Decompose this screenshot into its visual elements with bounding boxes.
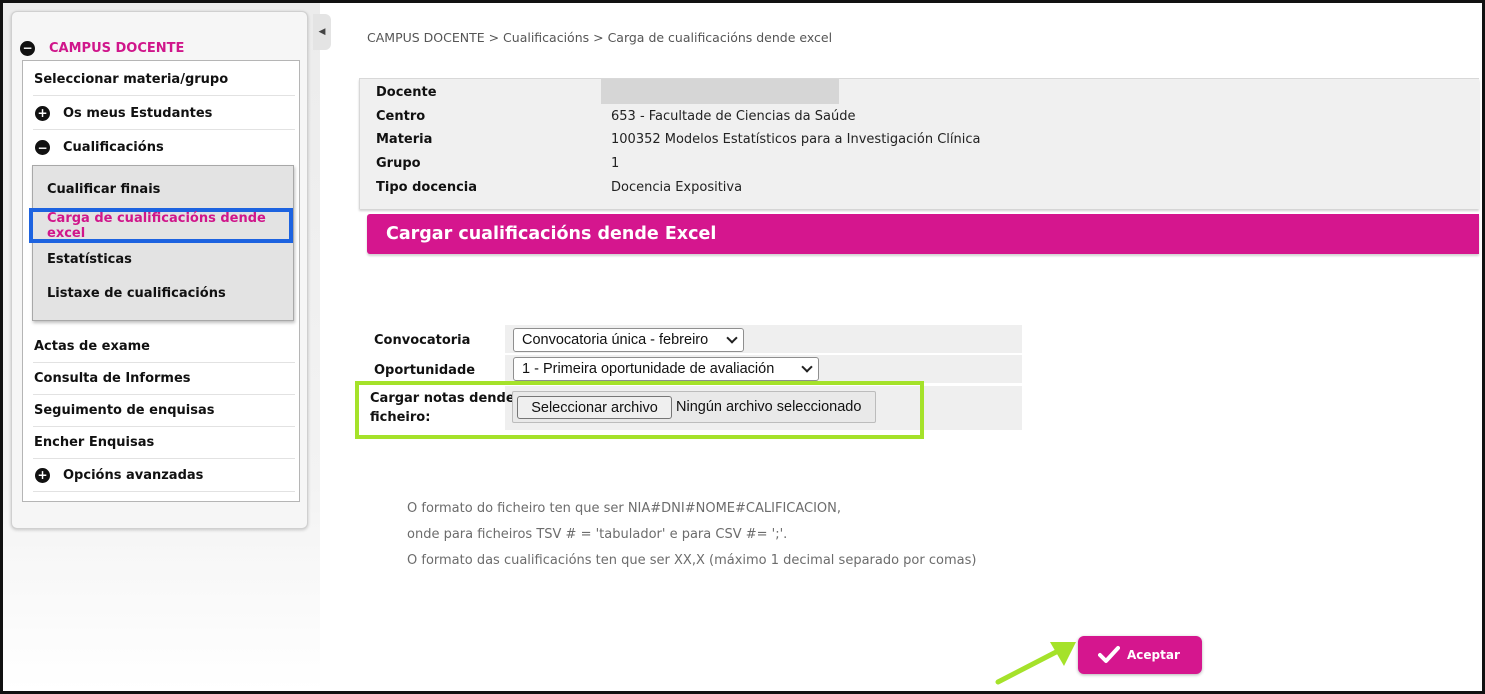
submenu-item-label: Carga de cualificacións dende excel [47,210,266,241]
convocatoria-selected-value: Convocatoria única - febreiro [522,332,709,348]
menu-item-label: Seguimento de enquisas [34,402,215,418]
menu-item-consulta-de-informes[interactable]: Consulta de Informes [33,362,295,395]
teacher-info-box: Docente Centro 653 - Facultade de Cienci… [359,78,1479,209]
sidebar-collapse-tab[interactable]: ◀ [313,14,331,50]
info-label-materia: Materia [376,132,433,147]
accept-button[interactable]: Aceptar [1078,636,1202,674]
menu-item-seleccionar-materia[interactable]: Seleccionar materia/grupo [33,63,295,96]
menu-item-label: Actas de exame [34,338,151,354]
menu-item-label: Opcións avanzadas [63,467,204,483]
green-highlight-box [355,381,924,439]
menu-item-label: Seleccionar materia/grupo [34,71,229,87]
menu-item-label: Consulta de Informes [34,370,191,386]
campus-docente-header[interactable]: − CAMPUS DOCENTE [20,38,184,58]
help-text-line2: onde para ficheiros TSV # = 'tabulador' … [407,527,788,542]
convocatoria-label: Convocatoria [374,333,471,348]
menu-item-os-meus-estudantes[interactable]: + Os meus Estudantes [33,97,295,130]
section-title-bar: Cargar cualificacións dende Excel [367,214,1479,254]
accept-button-label: Aceptar [1127,648,1180,662]
menu-item-label: Os meus Estudantes [63,105,213,121]
info-label-docente: Docente [376,85,437,100]
redacted-docente-name [601,79,839,104]
oportunidade-label: Oportunidade [374,363,476,378]
green-arrow-annotation [995,642,1076,685]
info-value-materia: 100352 Modelos Estatísticos para a Inves… [611,132,981,147]
convocatoria-select[interactable]: Convocatoria única - febreiro [513,328,744,352]
submenu-item-listaxe[interactable]: Listaxe de cualificacións [47,286,226,301]
info-label-tipo-docencia: Tipo docencia [376,180,478,195]
menu-item-label: Encher Enquisas [34,434,155,450]
menu-item-seguimento-de-enquisas[interactable]: Seguimento de enquisas [33,394,295,427]
menu-item-label: Cualificacións [63,140,164,155]
campus-docente-label: CAMPUS DOCENTE [49,40,185,56]
info-value-centro: 653 - Facultade de Ciencias da Saúde [611,109,856,124]
help-text-line1: O formato do ficheiro ten que ser NIA#DN… [407,501,842,516]
minus-circle-icon[interactable]: − [20,40,35,56]
help-text-line3: O formato das cualificacións ten que ser… [407,553,977,568]
cualificacions-submenu: Cualificar finais Carga de cualificación… [29,165,294,321]
menu-item-actas-de-exame[interactable]: Actas de exame [33,330,295,363]
nav-panel: − CAMPUS DOCENTE Seleccionar materia/gru… [11,11,308,529]
submenu-item-cualificar-finais[interactable]: Cualificar finais [47,182,160,197]
menu-item-opcions-avanzadas[interactable]: + Opcións avanzadas [33,459,295,492]
oportunidade-selected-value: 1 - Primeira oportunidade de avaliación [522,361,775,377]
chevron-down-icon [726,332,738,344]
info-value-tipo-docencia: Docencia Expositiva [611,180,743,195]
info-label-centro: Centro [376,109,426,124]
left-column: − CAMPUS DOCENTE Seleccionar materia/gru… [3,3,320,691]
breadcrumb: CAMPUS DOCENTE > Cualificacións > Carga … [367,30,833,45]
checkmark-icon [1098,646,1120,663]
chevron-down-icon [801,361,813,373]
plus-circle-icon[interactable]: + [35,467,50,483]
submenu-item-carga-excel-active[interactable]: Carga de cualificacións dende excel [29,208,293,243]
menu-item-encher-enquisas[interactable]: Encher Enquisas [33,426,295,459]
oportunidade-select[interactable]: 1 - Primeira oportunidade de avaliación [513,357,819,381]
minus-circle-icon[interactable]: − [35,140,50,155]
plus-circle-icon[interactable]: + [35,105,50,121]
menu-item-cualificacions[interactable]: − Cualificacións [33,131,295,164]
section-title: Cargar cualificacións dende Excel [386,224,717,244]
menu-box: Seleccionar materia/grupo + Os meus Estu… [22,60,300,502]
info-value-grupo: 1 [611,156,620,171]
submenu-item-estatisticas[interactable]: Estatísticas [47,252,132,267]
info-label-grupo: Grupo [376,156,421,171]
chevron-left-icon: ◀ [318,27,326,37]
